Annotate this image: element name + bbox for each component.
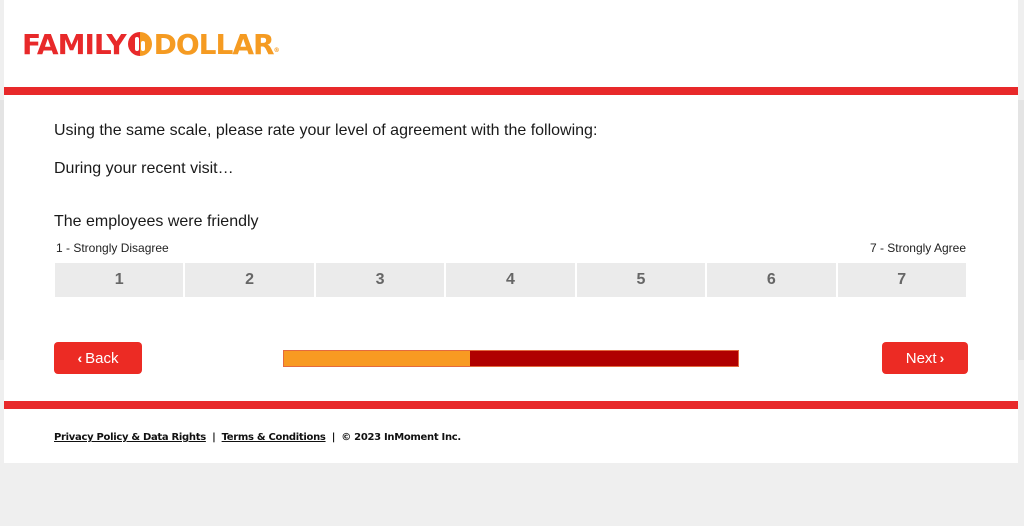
survey-card (4, 0, 1018, 463)
rating-option-1[interactable]: 1 (55, 263, 184, 297)
progress-bar-fill (284, 351, 471, 366)
question-subheading: During your recent visit… (54, 160, 234, 177)
footer: Privacy Policy & Data Rights | Terms & C… (54, 432, 461, 443)
rating-option-5[interactable]: 5 (576, 263, 706, 297)
trademark-mark: ® (273, 47, 280, 54)
logo-text-dollar: DOLLAR (153, 27, 275, 61)
privacy-policy-link[interactable]: Privacy Policy & Data Rights (54, 432, 206, 443)
side-band-right (1018, 100, 1024, 360)
scale-anchor-high: 7 - Strongly Agree (869, 241, 966, 255)
family-dollar-logo: FAMILY DOLLAR ® (22, 26, 280, 62)
footer-separator: | (212, 432, 216, 443)
chevron-left-icon: ‹ (77, 350, 83, 366)
rating-scale: 1 2 3 4 5 6 7 (55, 263, 966, 297)
logo-text-family: FAMILY (22, 27, 127, 61)
next-button[interactable]: Next › (882, 342, 968, 374)
rating-option-6[interactable]: 6 (707, 263, 836, 297)
question-intro: Using the same scale, please rate your l… (54, 122, 598, 139)
back-button[interactable]: ‹ Back (54, 342, 142, 374)
scale-anchor-low: 1 - Strongly Disagree (56, 241, 169, 255)
header-divider (4, 87, 1018, 95)
rating-option-3[interactable]: 3 (315, 263, 445, 297)
back-button-label: Back (85, 349, 119, 367)
next-button-label: Next (905, 349, 937, 367)
rating-option-2[interactable]: 2 (185, 263, 314, 297)
footer-divider (4, 401, 1018, 409)
family-emblem-icon (127, 32, 152, 56)
progress-bar (283, 350, 739, 367)
copyright-text: © 2023 InMoment Inc. (341, 432, 461, 443)
chevron-right-icon: › (939, 350, 945, 366)
rating-item-label: The employees were friendly (54, 213, 259, 230)
terms-conditions-link[interactable]: Terms & Conditions (222, 432, 326, 443)
rating-option-7[interactable]: 7 (837, 263, 966, 297)
rating-option-4[interactable]: 4 (446, 263, 575, 297)
footer-separator: | (331, 432, 336, 443)
